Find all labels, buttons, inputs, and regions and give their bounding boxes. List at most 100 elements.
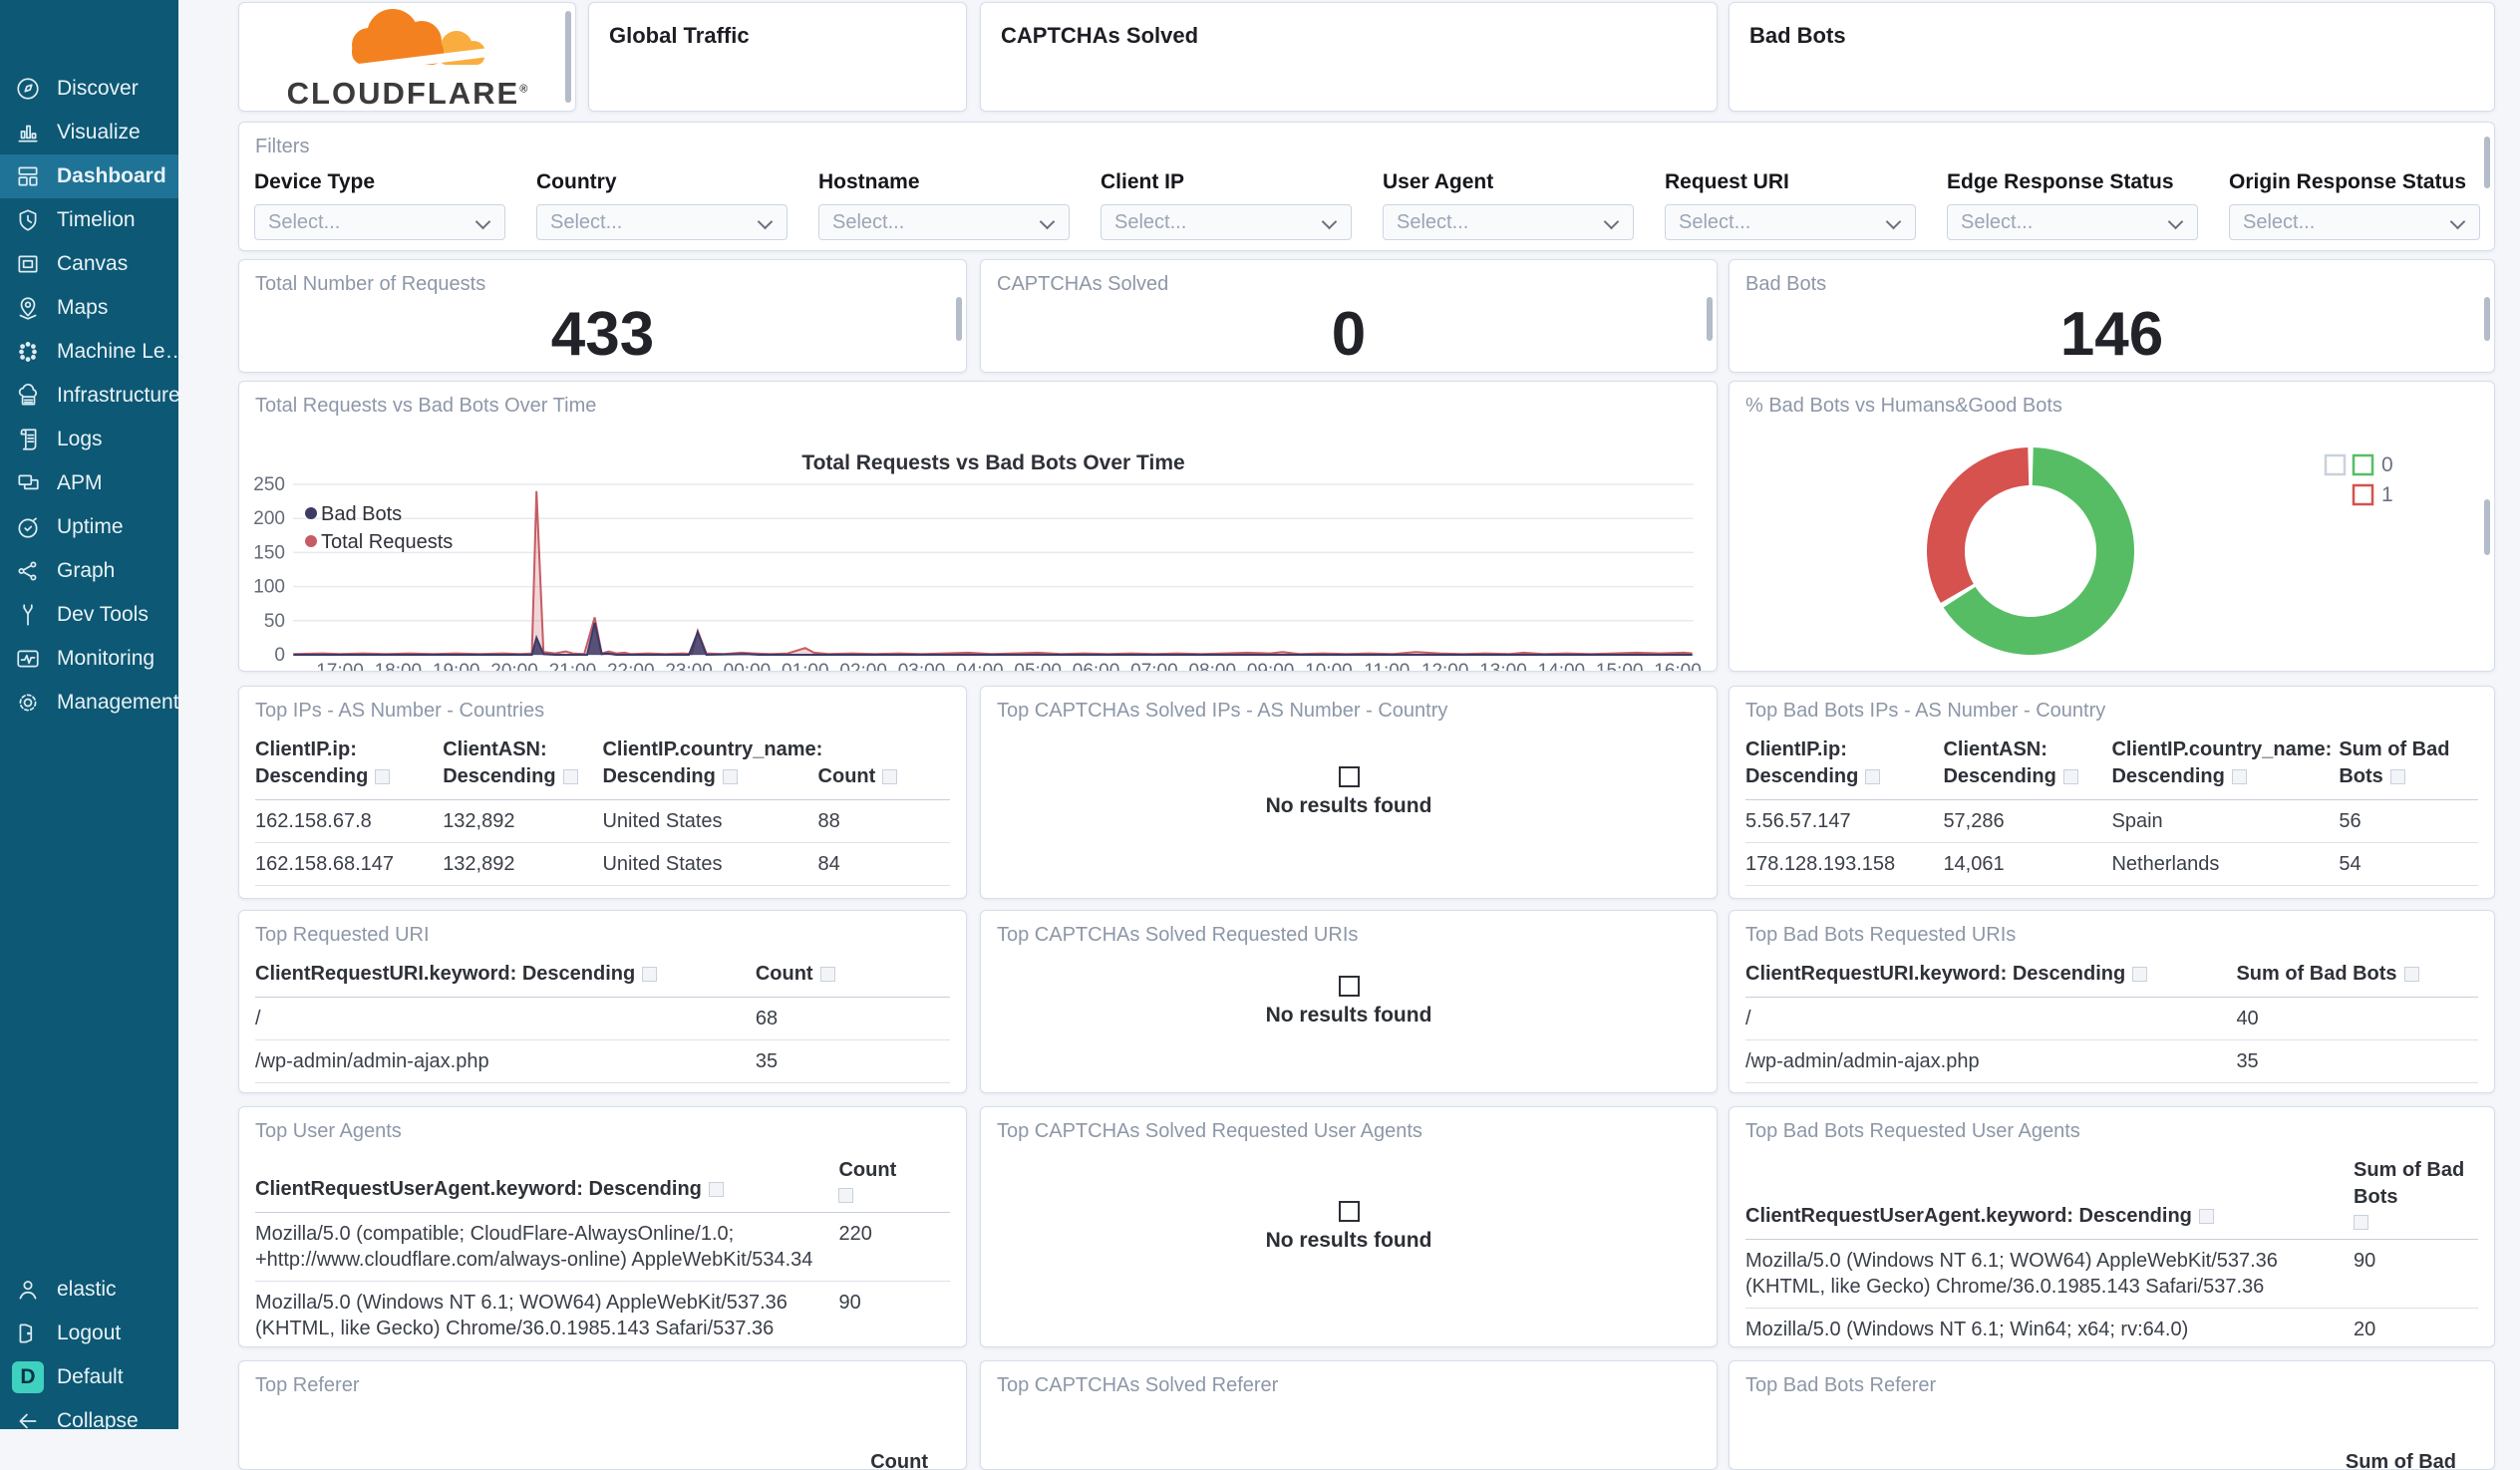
column-header[interactable]: ClientIP.ip: Descending [1745, 733, 1944, 800]
legend-item-total-requests[interactable]: Total Requests [305, 531, 453, 553]
sidebar-footer-logout[interactable]: Logout [0, 1312, 178, 1355]
legend-item-bad-bots[interactable]: Bad Bots [305, 503, 402, 525]
badbots-donut-chart[interactable]: 01 [1730, 420, 2494, 669]
sidebar-item-infrastructure[interactable]: Infrastructure [0, 374, 180, 418]
panel-scrollbar[interactable] [2484, 297, 2490, 341]
table-row[interactable]: /wp-admin/admin-ajax.php 35 [1745, 1039, 2478, 1083]
filter-select-country[interactable]: Select... [536, 204, 788, 240]
table-row[interactable]: Mozilla/5.0 (compatible; CloudFlare-Alwa… [255, 1212, 950, 1282]
sort-checkbox[interactable] [2354, 1215, 2369, 1230]
column-header-text: ClientRequestUserAgent.keyword: Descendi… [1745, 1205, 2192, 1227]
column-header[interactable]: ClientASN: Descending [443, 733, 603, 800]
sidebar-item-apm[interactable]: APM [0, 461, 178, 505]
sort-checkbox[interactable] [2231, 769, 2247, 784]
sort-checkbox[interactable] [1865, 769, 1881, 784]
sort-checkbox[interactable] [2198, 1209, 2214, 1224]
table-row[interactable]: 5.56.57.14757,286Spain56 [255, 885, 950, 898]
table-row[interactable]: /68 [255, 997, 950, 1040]
column-header[interactable]: Count [755, 957, 950, 998]
sidebar-item-dev-tools[interactable]: Dev Tools [0, 593, 178, 637]
panel-scrollbar[interactable] [565, 11, 571, 103]
sort-checkbox[interactable] [2062, 769, 2078, 784]
legend-item-1[interactable]: 1 [2352, 483, 2393, 506]
panel-scrollbar[interactable] [956, 297, 962, 341]
donut-slice-1[interactable] [1927, 447, 2030, 603]
table-cell: 178.128.193.158 [1745, 842, 1944, 886]
sidebar-footer-elastic[interactable]: elastic [0, 1268, 178, 1312]
table-row[interactable]: /wp-admin/admin-post.php16 [1745, 1082, 2478, 1092]
filter-select-client-ip[interactable]: Select... [1101, 204, 1352, 240]
table-row[interactable]: /40 [1745, 997, 2478, 1040]
column-header[interactable]: ClientRequestURI.keyword: Descending [1745, 957, 2237, 998]
table-row[interactable]: 178.128.193.158 14,061 Netherlands 54 [1745, 842, 2478, 886]
table-row[interactable]: /wp-admin/admin-post.php16 [255, 1082, 950, 1092]
sort-checkbox[interactable] [882, 769, 898, 784]
table-row[interactable]: 128.32.162.14525United States2 [1745, 885, 2478, 898]
sidebar-item-graph[interactable]: Graph [0, 549, 178, 593]
sort-checkbox[interactable] [838, 1188, 854, 1203]
table-row[interactable]: /wp-admin/admin-ajax.php 35 [255, 1039, 950, 1083]
table-row[interactable]: 162.158.67.8 132,892 United States 88 [255, 799, 950, 843]
filter-select-user-agent[interactable]: Select... [1383, 204, 1634, 240]
table-row[interactable]: 5.56.57.14757,286Spain56 [1745, 799, 2478, 843]
chevron-down-icon [2449, 213, 2466, 230]
sidebar-item-management[interactable]: Management [0, 681, 179, 725]
column-header[interactable]: Sum of Bad [1730, 1451, 2494, 1469]
panel-scrollbar[interactable] [2484, 499, 2490, 555]
sidebar-item-machine-le[interactable]: Machine Le… [0, 330, 186, 374]
sort-checkbox[interactable] [2389, 769, 2405, 784]
requests-vs-badbots-line-chart[interactable]: 0 50 100 150 200 250 17:00 18:00 19:00 20:00 21:00… [239, 412, 1717, 671]
select-placeholder: Select... [1679, 210, 1751, 233]
sidebar-item-maps[interactable]: Maps [0, 286, 178, 330]
sort-checkbox[interactable] [2403, 967, 2419, 982]
sidebar-footer-default[interactable]: D Default [0, 1355, 178, 1399]
table-row[interactable]: 162.158.68.147 132,892 United States 84 [255, 842, 950, 886]
column-header-text: ClientIP.country_name: Descending [602, 738, 823, 787]
filter-select-origin-response-status[interactable]: Select... [2229, 204, 2480, 240]
table-row[interactable]: Mozilla/5.0 (Windows NT 6.1; WOW64) Appl… [1745, 1239, 2478, 1309]
column-header[interactable]: Count [838, 1153, 950, 1213]
column-header[interactable]: Sum of Bad Bots [2339, 733, 2478, 800]
column-header[interactable]: ClientIP.ip: Descending [255, 733, 444, 800]
sort-checkbox[interactable] [722, 769, 738, 784]
column-header[interactable]: ClientASN: Descending [1943, 733, 2112, 800]
column-header[interactable]: Sum of Bad Bots [2236, 957, 2478, 998]
sidebar-item-uptime[interactable]: Uptime [0, 505, 178, 549]
sidebar-item-visualize[interactable]: Visualize [0, 111, 178, 154]
sidebar-footer-collapse[interactable]: Collapse [0, 1399, 178, 1443]
column-header[interactable]: ClientIP.country_name: Descending [2111, 733, 2340, 800]
sidebar-item-discover[interactable]: Discover [0, 67, 178, 111]
sidebar-item-logs[interactable]: Logs [0, 418, 178, 461]
column-header[interactable]: Count [817, 733, 950, 800]
filter-select-edge-response-status[interactable]: Select... [1947, 204, 2198, 240]
column-header[interactable]: Count [239, 1451, 966, 1469]
panel-scrollbar[interactable] [1707, 297, 1713, 341]
no-results-message: No results found [981, 687, 1717, 898]
column-header[interactable]: ClientIP.country_name: Descending [602, 733, 822, 800]
sort-checkbox[interactable] [2132, 967, 2148, 982]
column-header[interactable]: Sum of Bad Bots [2354, 1153, 2478, 1240]
sidebar-item-dashboard[interactable]: Dashboard [0, 154, 178, 198]
column-header[interactable]: ClientRequestURI.keyword: Descending [255, 957, 756, 998]
sort-checkbox[interactable] [819, 967, 835, 982]
sort-checkbox[interactable] [375, 769, 391, 784]
x-axis-tick: 18:00 [375, 661, 423, 671]
sort-checkbox[interactable] [562, 769, 578, 784]
sort-checkbox[interactable] [708, 1182, 724, 1197]
no-results-icon [1338, 976, 1360, 997]
column-header[interactable]: ClientRequestUserAgent.keyword: Descendi… [255, 1153, 839, 1213]
legend-item-0[interactable]: 0 [2352, 453, 2393, 476]
sidebar-item-timelion[interactable]: Timelion [0, 198, 178, 242]
panel-title: Top IPs - AS Number - Countries [255, 700, 545, 722]
table-row[interactable]: Mozilla/5.0 (Windows NT 6.1; WOW64) Appl… [255, 1281, 950, 1346]
panel-scrollbar[interactable] [2484, 137, 2490, 188]
sidebar-item-monitoring[interactable]: Monitoring [0, 637, 178, 681]
table-row[interactable]: Mozilla/5.0 (Windows NT 6.1; Win64; x64;… [1745, 1308, 2478, 1346]
filter-select-device-type[interactable]: Select... [254, 204, 505, 240]
filter-select-hostname[interactable]: Select... [818, 204, 1070, 240]
column-header[interactable]: ClientRequestUserAgent.keyword: Descendi… [1745, 1153, 2355, 1240]
filter-select-request-uri[interactable]: Select... [1665, 204, 1916, 240]
sort-checkbox[interactable] [642, 967, 658, 982]
sidebar-item-canvas[interactable]: Canvas [0, 242, 178, 286]
panel-top-bad-bots-ips-as-number-country: Top Bad Bots IPs - AS Number - Country Cl… [1729, 686, 2495, 899]
